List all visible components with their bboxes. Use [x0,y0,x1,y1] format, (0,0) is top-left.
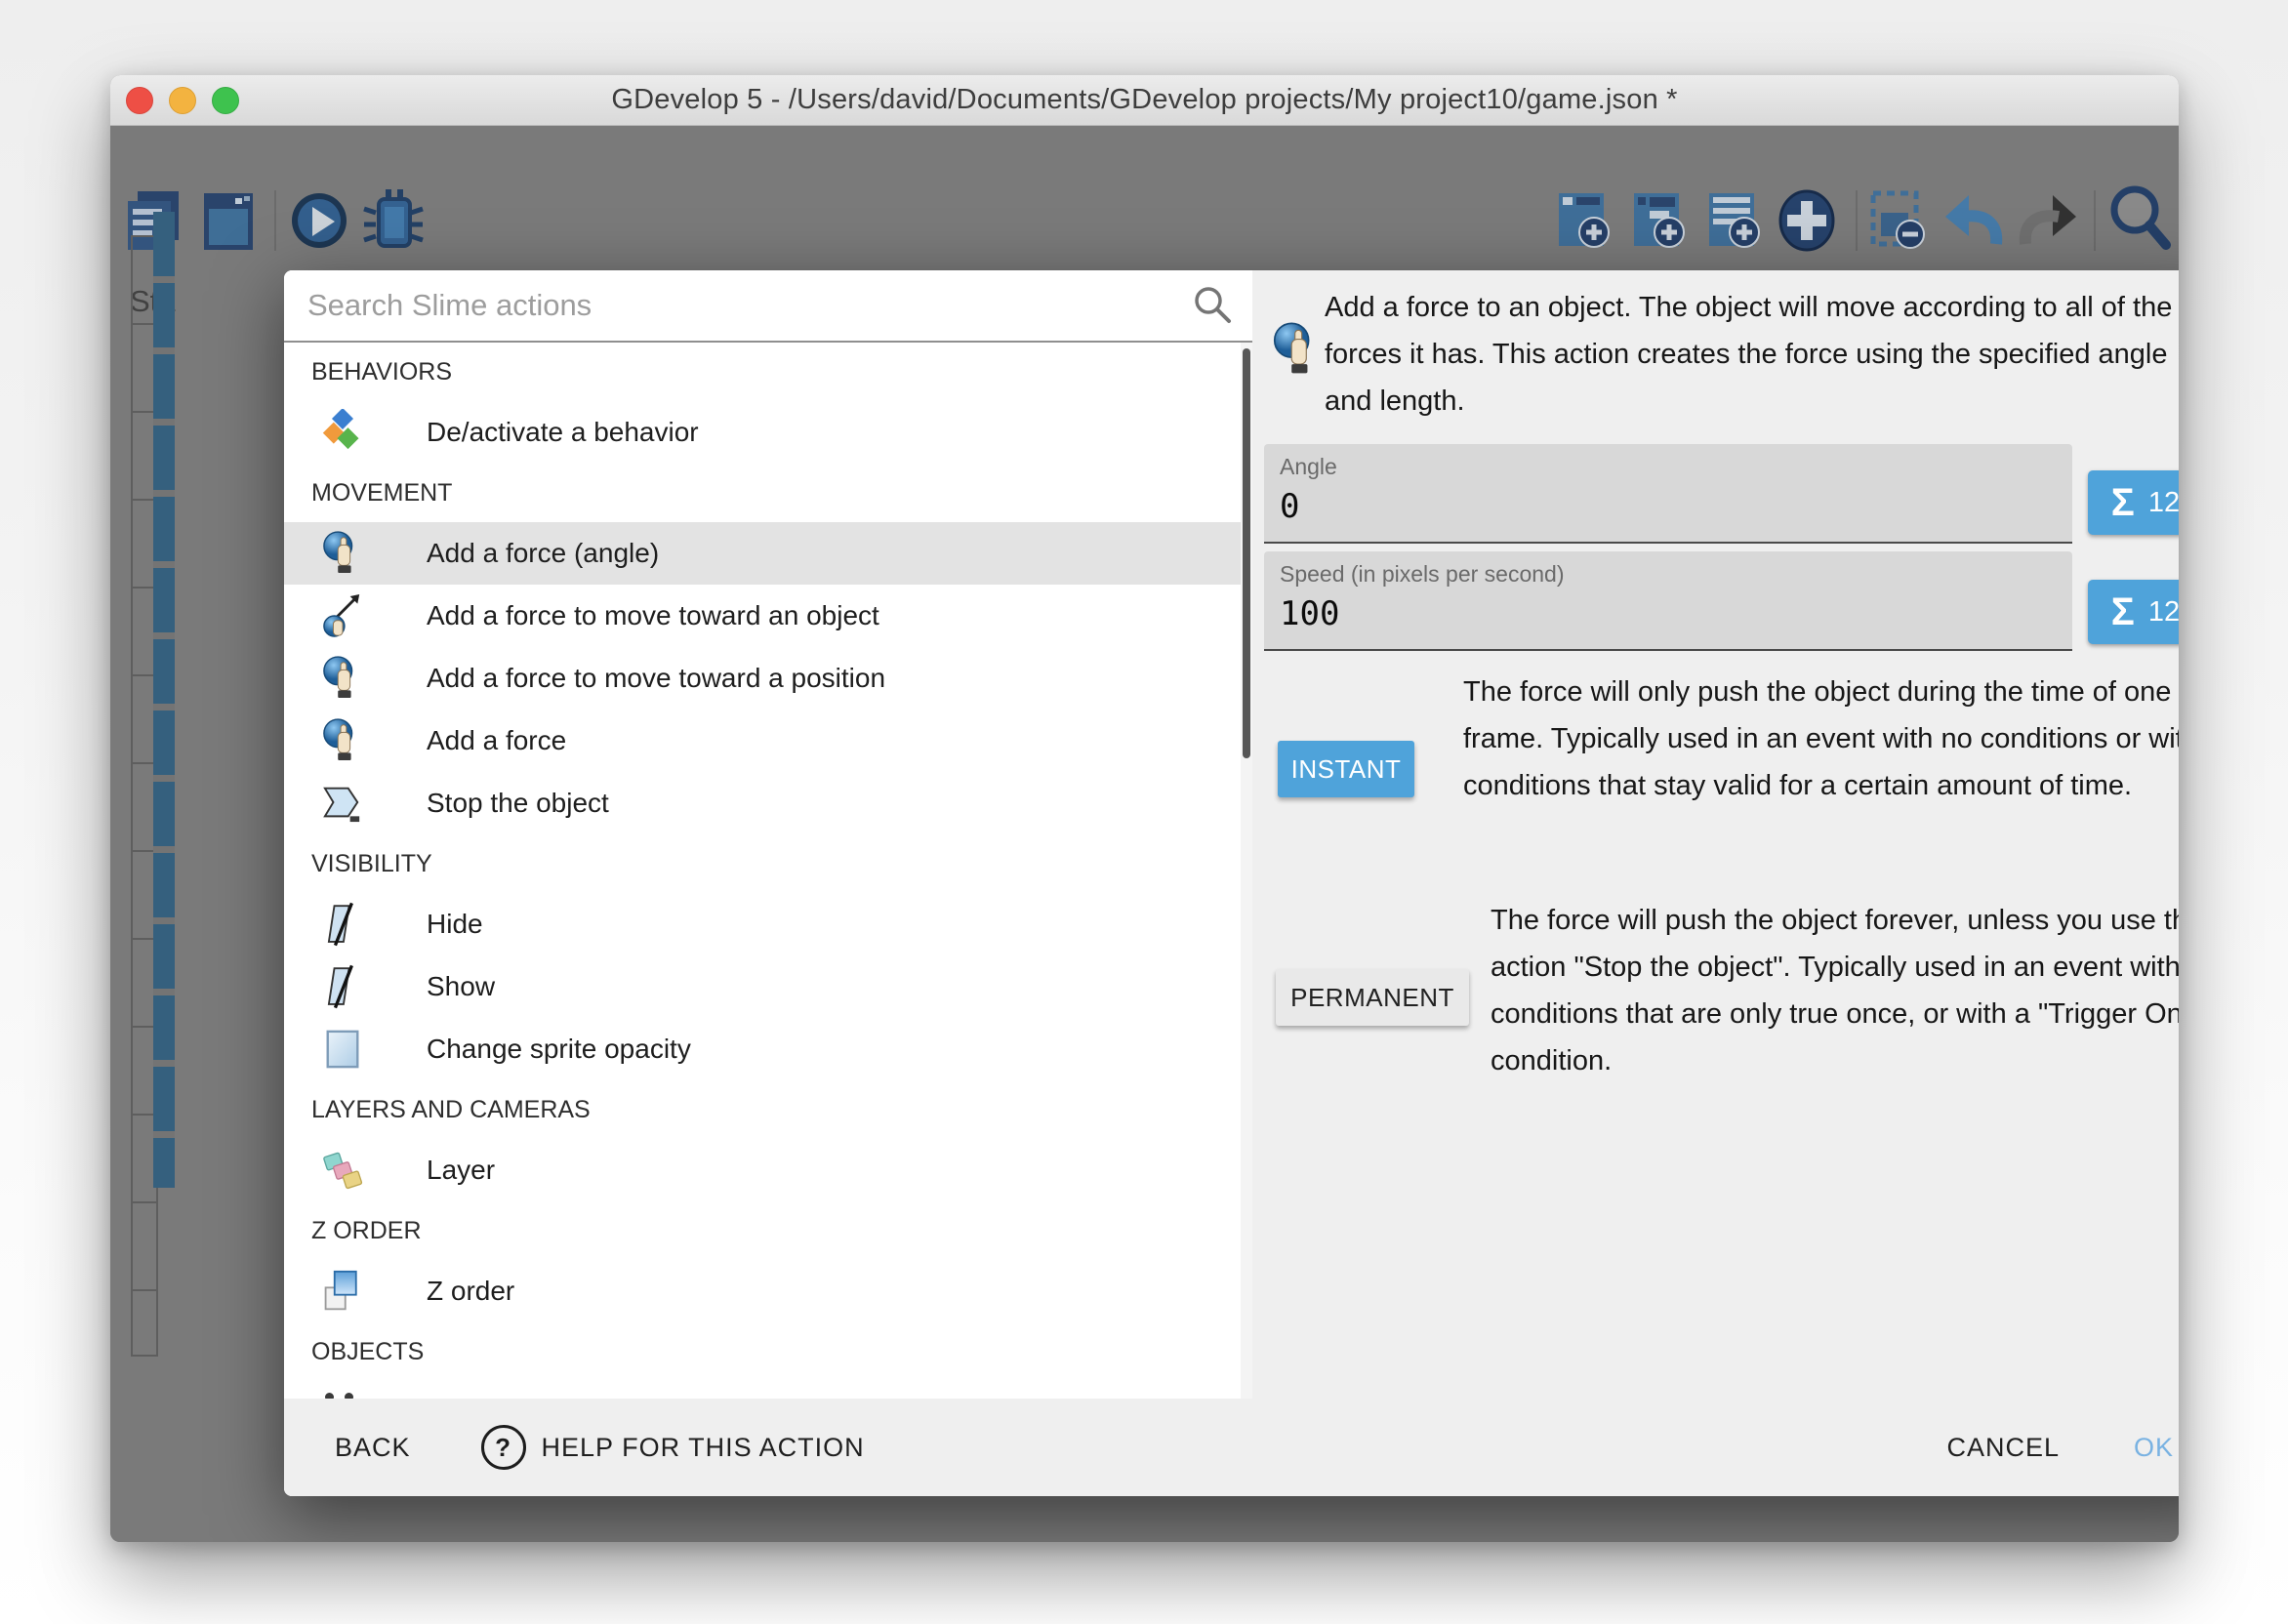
list-item-layer[interactable]: Layer [284,1139,1252,1201]
traffic-lights [126,87,239,114]
toolbar-separator [2094,190,2096,251]
hide-icon [319,899,366,950]
section-header-layers-cameras: LAYERS AND CAMERAS [284,1080,1252,1139]
section-header-objects: OBJECTS [284,1322,1252,1381]
angle-expression-button[interactable]: Σ 123 [2088,470,2179,535]
ok-button[interactable]: OK [2128,1432,2179,1464]
instant-description: The force will only push the object duri… [1463,669,2179,809]
search-icon [2105,181,2176,257]
actions-list: BEHAVIORS De/activate a behavior MOVEMEN… [284,343,1252,1496]
scene-editor-icon [198,187,261,256]
list-scrollbar-thumb[interactable] [1243,348,1250,758]
sigma-icon: Σ [2111,592,2135,631]
debug-icon [362,187,425,256]
speed-field-label: Speed (in pixels per second) [1280,561,1565,588]
speed-expression-button[interactable]: Σ 123 [2088,580,2179,644]
list-item-show[interactable]: Show [284,955,1252,1018]
back-button[interactable]: BACK [329,1432,417,1464]
window-title: GDevelop 5 - /Users/david/Documents/GDev… [611,84,1677,116]
action-description: Add a force to an object. The object wil… [1325,284,2179,425]
section-header-behaviors: BEHAVIORS [284,343,1252,401]
list-scrollbar [1241,343,1252,1496]
angle-field[interactable]: Angle 0 [1264,444,2072,544]
list-item-force-toward-position[interactable]: Add a force to move toward a position [284,647,1252,710]
opacity-icon [319,1024,366,1075]
list-item-force-toward-object[interactable]: Add a force to move toward an object [284,585,1252,647]
add-circle-icon [1776,187,1838,256]
gdevelop-window: GDevelop 5 - /Users/david/Documents/GDev… [110,75,2179,1542]
title-bar: GDevelop 5 - /Users/david/Documents/GDev… [110,75,2179,126]
section-header-visibility: VISIBILITY [284,834,1252,893]
instant-button[interactable]: INSTANT [1278,741,1414,797]
force-icon [319,653,366,704]
add-subevent-icon [1628,187,1691,256]
search-icon [1192,284,1235,327]
permanent-button[interactable]: PERMANENT [1276,969,1469,1026]
close-window-button[interactable] [126,87,153,114]
dialog-footer: BACK ? HELP FOR THIS ACTION CANCEL OK [284,1399,2179,1496]
search-bar [284,270,1252,343]
toolbar-separator [274,190,276,251]
delete-selection-icon [1867,187,1930,256]
section-header-z-order: Z ORDER [284,1201,1252,1260]
cancel-button[interactable]: CANCEL [1941,1432,2065,1464]
action-detail-pane: Add a force to an object. The object wil… [1252,270,2179,1399]
speed-field[interactable]: Speed (in pixels per second) 100 [1264,551,2072,651]
force-icon [319,528,366,579]
permanent-description: The force will push the object forever, … [1491,897,2179,1084]
list-item-stop-object[interactable]: Stop the object [284,772,1252,834]
zoom-window-button[interactable] [212,87,239,114]
add-event-icon [1553,187,1615,256]
list-item-add-force[interactable]: Add a force [284,710,1252,772]
z-order-icon [319,1266,366,1317]
play-preview-icon [288,187,350,256]
behavior-icon [319,407,366,458]
show-icon [319,961,366,1012]
list-item-add-force-angle[interactable]: Add a force (angle) [284,522,1252,585]
angle-field-value[interactable]: 0 [1280,487,1299,526]
force-toward-object-icon [319,590,366,641]
list-item-hide[interactable]: Hide [284,893,1252,955]
help-icon: ? [481,1425,526,1470]
angle-field-label: Angle [1280,454,1337,480]
list-item-deactivate-behavior[interactable]: De/activate a behavior [284,401,1252,464]
help-button[interactable]: ? HELP FOR THIS ACTION [475,1424,871,1471]
add-comment-icon [1703,187,1766,256]
force-icon [1272,321,1323,378]
instruction-editor-dialog: BEHAVIORS De/activate a behavior MOVEMEN… [284,270,2179,1496]
stop-icon [319,778,366,829]
speed-field-value[interactable]: 100 [1280,594,1339,633]
layer-icon [319,1145,366,1196]
sigma-icon: Σ [2111,483,2135,522]
list-item-change-opacity[interactable]: Change sprite opacity [284,1018,1252,1080]
force-icon [319,715,366,766]
section-header-movement: MOVEMENT [284,464,1252,522]
list-item-z-order[interactable]: Z order [284,1260,1252,1322]
redo-icon [2016,187,2078,256]
undo-icon [1943,187,2006,256]
minimize-window-button[interactable] [169,87,196,114]
search-input[interactable] [284,288,1192,323]
events-condition-column [153,212,175,1188]
toolbar-separator [1856,190,1858,251]
